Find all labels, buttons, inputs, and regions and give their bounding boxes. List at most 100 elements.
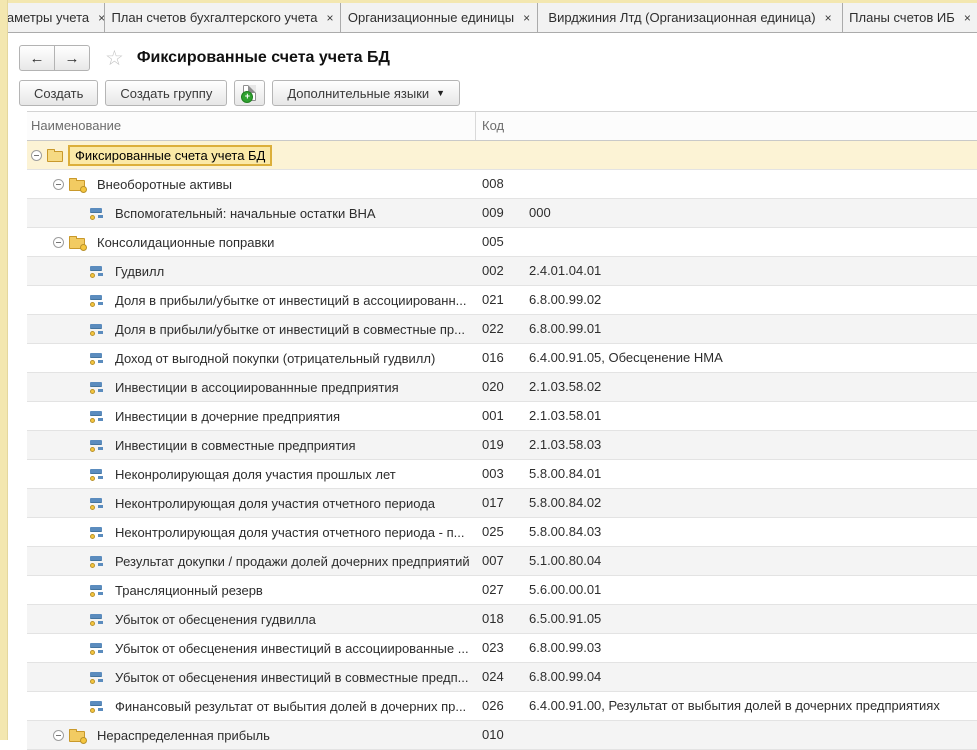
name-cell: Доля в прибыли/убытке от инвестиций в ас… <box>27 286 475 314</box>
row-code: 026 <box>482 692 504 720</box>
command-bar: Создать Создать группу Дополнительные яз… <box>19 80 977 106</box>
account-item-icon <box>90 671 103 684</box>
table-row[interactable]: Инвестиции в дочерние предприятия 001 2.… <box>27 402 977 431</box>
row-name: Неконролирующая доля участия прошлых лет <box>115 467 396 482</box>
extra-languages-button[interactable]: Дополнительные языки ▼ <box>272 80 460 106</box>
table-row[interactable]: Неконтролирующая доля участия отчетного … <box>27 489 977 518</box>
name-cell: Неконтролирующая доля участия отчетного … <box>27 518 475 546</box>
row-name: Фиксированные счета учета БД <box>75 148 265 163</box>
table-row[interactable]: Финансовый результат от выбытия долей в … <box>27 692 977 721</box>
table-row[interactable]: Вспомогательный: начальные остатки ВНА 0… <box>27 199 977 228</box>
account-item-icon <box>90 613 103 626</box>
row-code: 019 <box>482 431 504 459</box>
name-cell: Трансляционный резерв <box>27 576 475 604</box>
tab-accounting-parameters[interactable]: аметры учета × <box>8 3 105 32</box>
row-code: 024 <box>482 663 504 691</box>
tab-chart-of-accounts[interactable]: План счетов бухгалтерского учета × <box>105 3 341 32</box>
accounts-tree-table: Наименование Код Фиксированные счета уче… <box>27 111 977 740</box>
collapse-toggle-icon[interactable] <box>53 237 64 248</box>
row-name: Доля в прибыли/убытке от инвестиций в со… <box>115 322 465 337</box>
close-icon[interactable]: × <box>825 12 832 24</box>
row-code: 002 <box>482 257 504 285</box>
table-row[interactable]: Неконролирующая доля участия прошлых лет… <box>27 460 977 489</box>
folder-icon <box>69 238 85 249</box>
table-row[interactable]: Убыток от обесценения инвестиций в ассоц… <box>27 634 977 663</box>
table-row[interactable]: Инвестиции в совместные предприятия 019 … <box>27 431 977 460</box>
table-row[interactable]: Фиксированные счета учета БД <box>27 141 977 170</box>
close-icon[interactable]: × <box>964 12 971 24</box>
collapse-toggle-icon[interactable] <box>31 150 42 161</box>
row-account: 5.6.00.00.01 <box>529 576 601 604</box>
row-code: 009 <box>482 199 504 227</box>
table-row[interactable]: Инвестиции в ассоциированнные предприяти… <box>27 373 977 402</box>
tab-ib-charts-of-accounts[interactable]: Планы счетов ИБ × <box>843 3 977 32</box>
table-row[interactable]: Доля в прибыли/убытке от инвестиций в со… <box>27 315 977 344</box>
table-row[interactable]: Нераспределенная прибыль 010 <box>27 721 977 750</box>
row-code: 023 <box>482 634 504 662</box>
name-cell: Внеоборотные активы <box>27 170 475 198</box>
name-cell: Нераспределенная прибыль <box>27 721 475 749</box>
table-row[interactable]: Внеоборотные активы 008 <box>27 170 977 199</box>
favorite-star-icon[interactable]: ☆ <box>105 48 124 69</box>
close-icon[interactable]: × <box>327 12 334 24</box>
create-group-button[interactable]: Создать группу <box>105 80 227 106</box>
name-cell: Доля в прибыли/убытке от инвестиций в со… <box>27 315 475 343</box>
row-name: Доход от выгодной покупки (отрицательный… <box>115 351 435 366</box>
column-header-name[interactable]: Наименование <box>31 112 121 140</box>
history-nav-group: ← → <box>19 45 90 71</box>
row-account: 5.8.00.84.03 <box>529 518 601 546</box>
table-row[interactable]: Гудвилл 002 2.4.01.04.01 <box>27 257 977 286</box>
window-frame-top <box>0 0 977 3</box>
collapse-toggle-icon[interactable] <box>53 179 64 190</box>
table-row[interactable]: Доход от выгодной покупки (отрицательный… <box>27 344 977 373</box>
forward-arrow-icon: → <box>65 50 80 67</box>
account-item-icon <box>90 439 103 452</box>
close-icon[interactable]: × <box>523 12 530 24</box>
name-cell: Инвестиции в дочерние предприятия <box>27 402 475 430</box>
tab-label: Организационные единицы <box>348 10 514 25</box>
tab-virginia-ltd[interactable]: Вирджиния Лтд (Организационная единица) … <box>538 3 843 32</box>
table-row[interactable]: Убыток от обесценения инвестиций в совме… <box>27 663 977 692</box>
name-cell: Неконролирующая доля участия прошлых лет <box>27 460 475 488</box>
back-button[interactable]: ← <box>19 45 55 71</box>
close-icon[interactable]: × <box>98 12 105 24</box>
table-row[interactable]: Результат докупки / продажи долей дочерн… <box>27 547 977 576</box>
create-button[interactable]: Создать <box>19 80 98 106</box>
account-item-icon <box>90 352 103 365</box>
table-row[interactable]: Убыток от обесценения гудвилла 018 6.5.0… <box>27 605 977 634</box>
row-code: 005 <box>482 228 504 256</box>
account-item-icon <box>90 410 103 423</box>
table-row[interactable]: Доля в прибыли/убытке от инвестиций в ас… <box>27 286 977 315</box>
row-account: 5.1.00.80.04 <box>529 547 601 575</box>
table-row[interactable]: Консолидационные поправки 005 <box>27 228 977 257</box>
table-body: Фиксированные счета учета БД Внеоборотны… <box>27 141 977 750</box>
table-row[interactable]: Неконтролирующая доля участия отчетного … <box>27 518 977 547</box>
name-cell: Фиксированные счета учета БД <box>27 141 475 169</box>
row-name: Результат докупки / продажи долей дочерн… <box>115 554 470 569</box>
tab-label: План счетов бухгалтерского учета <box>111 10 317 25</box>
name-cell: Инвестиции в ассоциированнные предприяти… <box>27 373 475 401</box>
tab-organizational-units[interactable]: Организационные единицы × <box>341 3 538 32</box>
row-code: 003 <box>482 460 504 488</box>
collapse-toggle-icon[interactable] <box>53 730 64 741</box>
row-account: 6.4.00.91.05, Обесценение НМА <box>529 344 723 372</box>
forward-button[interactable]: → <box>54 45 90 71</box>
column-header-code[interactable]: Код <box>482 112 504 140</box>
row-account: 2.1.03.58.03 <box>529 431 601 459</box>
row-code: 010 <box>482 721 504 749</box>
name-cell: Результат докупки / продажи долей дочерн… <box>27 547 475 575</box>
row-name: Доля в прибыли/убытке от инвестиций в ас… <box>115 293 466 308</box>
row-name: Внеоборотные активы <box>97 177 232 192</box>
folder-icon <box>47 151 63 162</box>
row-code: 022 <box>482 315 504 343</box>
name-cell: Финансовый результат от выбытия долей в … <box>27 692 475 720</box>
row-code: 027 <box>482 576 504 604</box>
row-account: 000 <box>529 199 551 227</box>
create-by-copy-button[interactable] <box>234 80 265 106</box>
row-name: Консолидационные поправки <box>97 235 274 250</box>
column-divider[interactable] <box>475 112 476 140</box>
account-item-icon <box>90 381 103 394</box>
table-row[interactable]: Трансляционный резерв 027 5.6.00.00.01 <box>27 576 977 605</box>
row-name: Убыток от обесценения инвестиций в ассоц… <box>115 641 469 656</box>
tab-label: Планы счетов ИБ <box>849 10 955 25</box>
